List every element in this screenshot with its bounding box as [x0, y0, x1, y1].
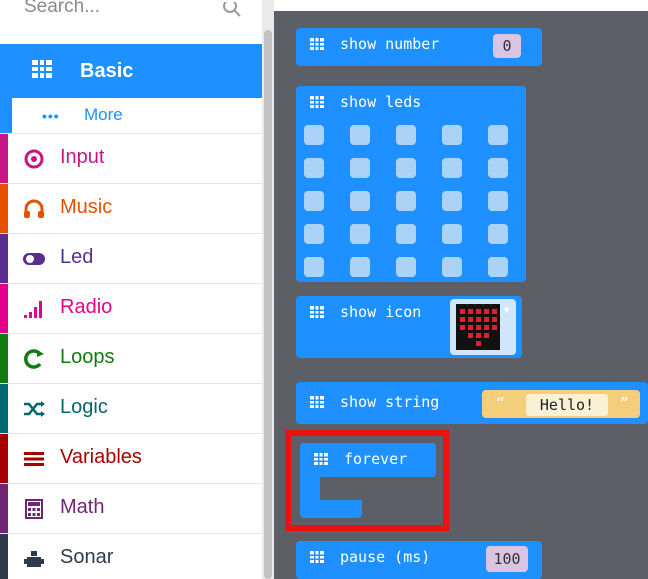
- block-label: show icon: [340, 303, 422, 321]
- led-cell[interactable]: [350, 125, 370, 145]
- led-cell[interactable]: [488, 158, 508, 178]
- category-math[interactable]: Math: [0, 484, 262, 534]
- category-input[interactable]: Input: [0, 134, 262, 184]
- category-variables[interactable]: Variables: [0, 434, 262, 484]
- led-cell[interactable]: [488, 257, 508, 277]
- string-input[interactable]: Hello!: [526, 394, 608, 416]
- shuffle-icon: [24, 401, 45, 417]
- chevron-down-icon: ▼: [502, 305, 511, 315]
- loop-arrow-icon: [24, 349, 44, 369]
- category-label: Loops: [60, 346, 115, 368]
- highlight-box: [285, 430, 449, 531]
- category-color-bar: [0, 234, 8, 283]
- led-cell[interactable]: [442, 257, 462, 277]
- led-cell[interactable]: [442, 191, 462, 211]
- led-cell[interactable]: [396, 257, 416, 277]
- led-cell[interactable]: [304, 125, 324, 145]
- flyout-top-edge: [274, 0, 648, 11]
- open-quote-icon: “: [496, 394, 505, 412]
- category-sonar[interactable]: Sonar: [0, 534, 262, 579]
- search-icon[interactable]: [222, 2, 242, 18]
- show-leds-block[interactable]: show leds: [296, 86, 526, 282]
- category-label: Math: [60, 496, 105, 518]
- category-logic[interactable]: Logic: [0, 384, 262, 434]
- icon-dropdown[interactable]: ▼: [450, 299, 516, 355]
- search-input[interactable]: Search...: [24, 0, 100, 18]
- led-cell[interactable]: [442, 158, 462, 178]
- list-icon: [24, 452, 44, 466]
- led-cell[interactable]: [350, 257, 370, 277]
- calculator-icon: [25, 499, 43, 519]
- category-label: More: [84, 105, 123, 124]
- led-cell[interactable]: [442, 224, 462, 244]
- led-cell[interactable]: [442, 125, 462, 145]
- led-cell[interactable]: [488, 224, 508, 244]
- led-cell[interactable]: [304, 158, 324, 178]
- category-radio[interactable]: Radio: [0, 284, 262, 334]
- category-music[interactable]: Music: [0, 184, 262, 234]
- led-cell[interactable]: [304, 224, 324, 244]
- grid-icon: [310, 396, 324, 408]
- search-bar[interactable]: Search...: [0, 0, 262, 34]
- category-color-bar: [0, 284, 8, 333]
- target-icon: [24, 149, 44, 169]
- toggle-icon: [23, 253, 45, 265]
- block-label: pause (ms): [340, 548, 431, 566]
- category-color-bar: [0, 534, 8, 579]
- category-label: Logic: [60, 396, 108, 418]
- heart-icon: [456, 304, 500, 350]
- category-color-bar: [0, 434, 8, 483]
- led-cell[interactable]: [350, 158, 370, 178]
- category-color-bar: [0, 334, 8, 383]
- robot-icon: [24, 551, 44, 567]
- scrollbar-thumb[interactable]: [264, 30, 272, 579]
- category-label: Music: [60, 196, 113, 218]
- led-cell[interactable]: [488, 125, 508, 145]
- category-label: Radio: [60, 296, 113, 318]
- led-cell[interactable]: [396, 224, 416, 244]
- category-label: Input: [60, 146, 105, 168]
- category-label: Basic: [80, 60, 134, 82]
- category-label: Sonar: [60, 546, 114, 568]
- block-label: show leds: [340, 93, 422, 111]
- number-input[interactable]: 0: [493, 34, 521, 58]
- category-color-bar: [0, 98, 12, 133]
- grid-icon: [310, 306, 324, 318]
- category-more[interactable]: ••• More: [0, 98, 262, 134]
- led-cell[interactable]: [488, 191, 508, 211]
- category-led[interactable]: Led: [0, 234, 262, 284]
- category-color-bar: [0, 134, 8, 183]
- led-cell[interactable]: [350, 191, 370, 211]
- block-label: show string: [340, 393, 440, 411]
- grid-icon: [310, 38, 324, 50]
- led-cell[interactable]: [304, 257, 324, 277]
- led-cell[interactable]: [396, 158, 416, 178]
- headphones-icon: [24, 199, 44, 218]
- category-color-bar: [0, 384, 8, 433]
- category-basic[interactable]: Basic: [0, 44, 262, 98]
- grid-icon: [310, 551, 324, 563]
- category-loops[interactable]: Loops: [0, 334, 262, 384]
- grid-icon: [32, 60, 52, 78]
- category-label: Variables: [60, 446, 142, 468]
- close-quote-icon: ”: [620, 394, 629, 412]
- category-label: Led: [60, 246, 94, 268]
- led-cell[interactable]: [396, 191, 416, 211]
- led-cell[interactable]: [304, 191, 324, 211]
- led-cell[interactable]: [350, 224, 370, 244]
- category-color-bar: [0, 484, 8, 533]
- category-color-bar: [0, 184, 8, 233]
- led-cell[interactable]: [396, 125, 416, 145]
- signal-bars-icon: [24, 301, 42, 318]
- toolbox: Search... Basic ••• More Input Music Led…: [0, 0, 262, 579]
- block-label: show number: [340, 35, 440, 53]
- grid-icon: [310, 96, 324, 108]
- dots-icon: •••: [42, 108, 60, 124]
- pause-input[interactable]: 100: [486, 546, 528, 572]
